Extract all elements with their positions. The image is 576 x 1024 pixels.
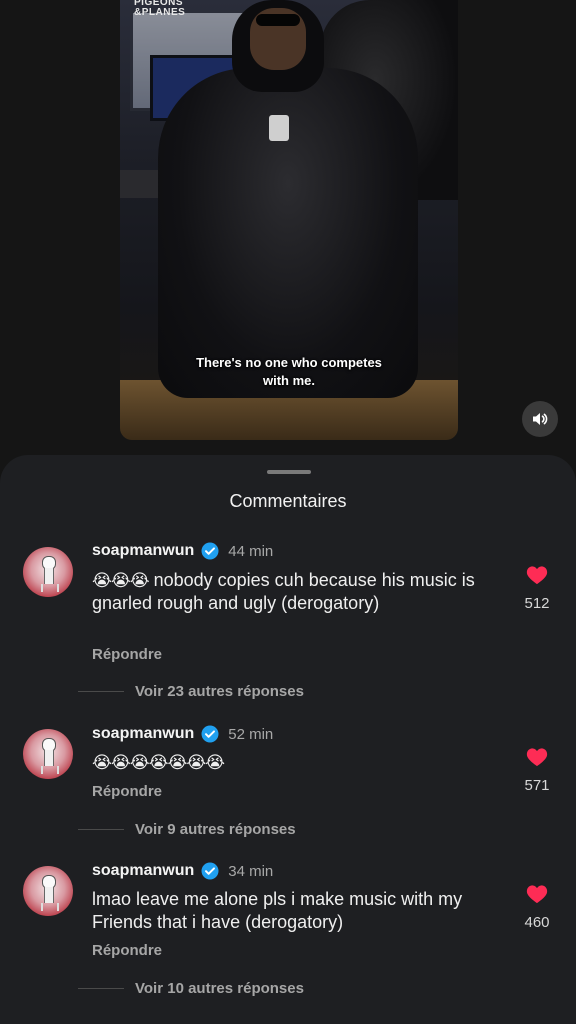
- comment-header: soapmanwun 34 min: [92, 859, 273, 883]
- reply-button[interactable]: Répondre: [92, 942, 162, 959]
- caption-line-1: There's no one who competes: [196, 355, 382, 370]
- heart-icon: [526, 748, 548, 767]
- caption-line-2: with me.: [262, 373, 315, 388]
- comment-username[interactable]: soapmanwun: [92, 862, 194, 880]
- replies-divider: [78, 988, 124, 989]
- view-more-replies[interactable]: Voir 23 autres réponses: [78, 683, 304, 700]
- view-more-replies-label: Voir 9 autres réponses: [135, 821, 296, 838]
- comment-time: 52 min: [228, 725, 274, 743]
- comment-time: 44 min: [228, 542, 274, 560]
- avatar[interactable]: [23, 866, 73, 916]
- view-more-replies-label: Voir 10 autres réponses: [135, 980, 304, 997]
- like-button[interactable]: 460: [516, 884, 558, 931]
- comment-body: lmao leave me alone pls i make music wit…: [92, 889, 463, 932]
- view-more-replies[interactable]: Voir 9 autres réponses: [78, 821, 296, 838]
- comment-emoji: 😭😭😭: [92, 571, 150, 590]
- reply-button[interactable]: Répondre: [92, 783, 162, 800]
- video-subject-glasses: [256, 14, 300, 26]
- comment-time: 34 min: [228, 862, 274, 880]
- speaker-icon: [533, 413, 548, 425]
- view-more-replies-label: Voir 23 autres réponses: [135, 683, 304, 700]
- sound-toggle-button[interactable]: [522, 401, 558, 437]
- verified-badge-icon: [201, 725, 219, 743]
- like-count: 571: [524, 777, 550, 794]
- avatar[interactable]: [23, 729, 73, 779]
- like-count: 512: [524, 595, 550, 612]
- video-watermark: PIGEONS &PLANES: [134, 0, 204, 18]
- video-caption: There's no one who competes with me.: [120, 354, 458, 390]
- like-button[interactable]: 512: [516, 565, 558, 612]
- sheet-drag-handle[interactable]: [267, 470, 311, 474]
- comments-sheet: Commentaires soapmanwun 44 min 😭😭😭 nobod…: [0, 455, 576, 1024]
- comment-header: soapmanwun 44 min: [92, 539, 273, 563]
- replies-divider: [78, 829, 124, 830]
- view-more-replies[interactable]: Voir 10 autres réponses: [78, 980, 304, 997]
- like-button[interactable]: 571: [516, 747, 558, 794]
- comment-emoji: 😭😭😭😭😭😭😭: [92, 753, 225, 772]
- heart-icon: [526, 885, 548, 904]
- reply-button[interactable]: Répondre: [92, 646, 162, 663]
- like-count: 460: [524, 914, 550, 931]
- comment-text: 😭😭😭 nobody copies cuh because his music …: [92, 569, 492, 615]
- comment-username[interactable]: soapmanwun: [92, 542, 194, 560]
- video-area: PIGEONS &PLANES There's no one who compe…: [0, 0, 576, 470]
- sheet-title: Commentaires: [229, 491, 347, 511]
- comment-body: nobody copies cuh because his music is g…: [92, 570, 475, 613]
- avatar[interactable]: [23, 547, 73, 597]
- comment-username[interactable]: soapmanwun: [92, 725, 194, 743]
- video-player[interactable]: PIGEONS &PLANES There's no one who compe…: [120, 0, 458, 440]
- heart-icon: [526, 566, 548, 585]
- comment-text: lmao leave me alone pls i make music wit…: [92, 888, 492, 934]
- video-subject-pendant: [269, 115, 289, 141]
- verified-badge-icon: [201, 862, 219, 880]
- verified-badge-icon: [201, 542, 219, 560]
- watermark-line-2: &PLANES: [134, 7, 186, 18]
- replies-divider: [78, 691, 124, 692]
- comment-header: soapmanwun 52 min: [92, 722, 273, 746]
- comment-text: 😭😭😭😭😭😭😭: [92, 751, 492, 774]
